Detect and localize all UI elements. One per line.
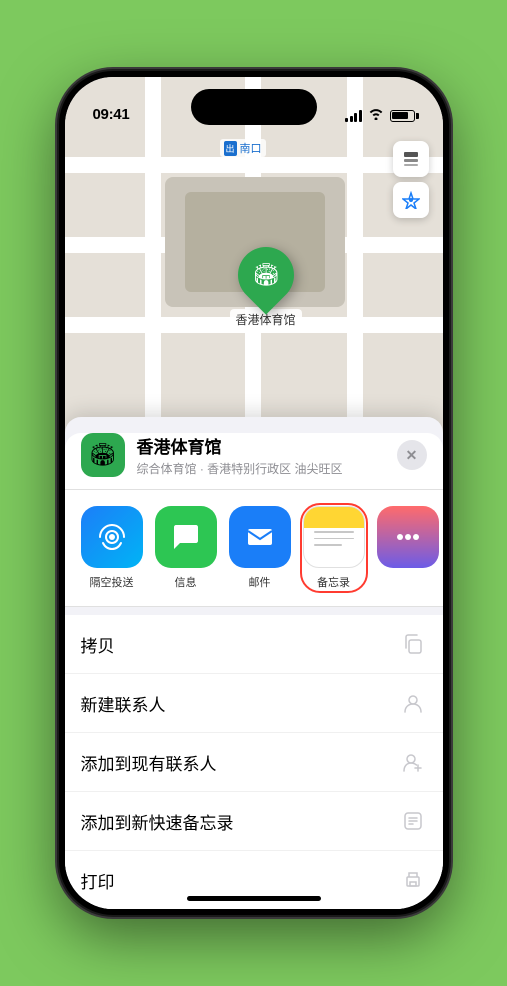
close-button[interactable]: ✕ [397, 440, 427, 470]
phone-screen: 09:41 [65, 77, 443, 909]
venue-description: 综合体育馆 · 香港特别行政区 油尖旺区 [137, 460, 397, 477]
action-add-existing[interactable]: 添加到现有联系人 [65, 733, 443, 792]
pin-marker: 🏟 [226, 235, 305, 314]
airdrop-label: 隔空投送 [90, 574, 134, 590]
share-notes[interactable]: 备忘录 [303, 506, 365, 590]
share-airdrop[interactable]: 隔空投送 [81, 506, 143, 590]
print-icon [399, 866, 427, 894]
action-new-contact-label: 新建联系人 [81, 691, 166, 716]
map-location-button[interactable] [393, 182, 429, 218]
bottom-sheet: 🏟 香港体育馆 综合体育馆 · 香港特别行政区 油尖旺区 ✕ [65, 417, 443, 909]
status-icons [345, 108, 415, 123]
location-pin: 🏟 香港体育馆 [230, 247, 302, 330]
add-existing-icon [399, 748, 427, 776]
mail-icon [229, 506, 291, 568]
wifi-icon [368, 108, 384, 123]
add-note-icon [399, 807, 427, 835]
action-add-note[interactable]: 添加到新快速备忘录 [65, 792, 443, 851]
more-icon [377, 506, 439, 568]
pin-icon: 🏟 [252, 262, 280, 288]
airdrop-icon [81, 506, 143, 568]
share-more[interactable] [377, 506, 439, 590]
battery-icon [390, 110, 415, 122]
notes-icon [303, 506, 365, 568]
home-indicator [187, 896, 321, 901]
map-layers-button[interactable] [393, 141, 429, 177]
copy-icon [399, 630, 427, 658]
share-row: 隔空投送 信息 [65, 490, 443, 607]
action-copy[interactable]: 拷贝 [65, 615, 443, 674]
share-messages[interactable]: 信息 [155, 506, 217, 590]
venue-name: 香港体育馆 [137, 433, 397, 458]
dynamic-island [191, 89, 317, 125]
action-print-label: 打印 [81, 868, 115, 893]
action-copy-label: 拷贝 [81, 632, 115, 657]
mail-label: 邮件 [249, 574, 271, 590]
share-mail[interactable]: 邮件 [229, 506, 291, 590]
action-add-existing-label: 添加到现有联系人 [81, 750, 217, 775]
venue-info: 香港体育馆 综合体育馆 · 香港特别行政区 油尖旺区 [137, 433, 397, 477]
new-contact-icon [399, 689, 427, 717]
south-exit-label: 出 南口 [220, 139, 266, 157]
venue-header: 🏟 香港体育馆 综合体育馆 · 香港特别行政区 油尖旺区 ✕ [65, 433, 443, 490]
notes-label: 备忘录 [317, 574, 350, 590]
action-list: 拷贝 新建联系人 添加到现有联系人 [65, 615, 443, 909]
signal-bars-icon [345, 110, 362, 122]
messages-label: 信息 [175, 574, 197, 590]
status-time: 09:41 [93, 106, 130, 123]
messages-icon [155, 506, 217, 568]
action-add-note-label: 添加到新快速备忘录 [81, 809, 234, 834]
action-new-contact[interactable]: 新建联系人 [65, 674, 443, 733]
phone-frame: 09:41 [59, 71, 449, 915]
venue-icon: 🏟 [81, 433, 125, 477]
